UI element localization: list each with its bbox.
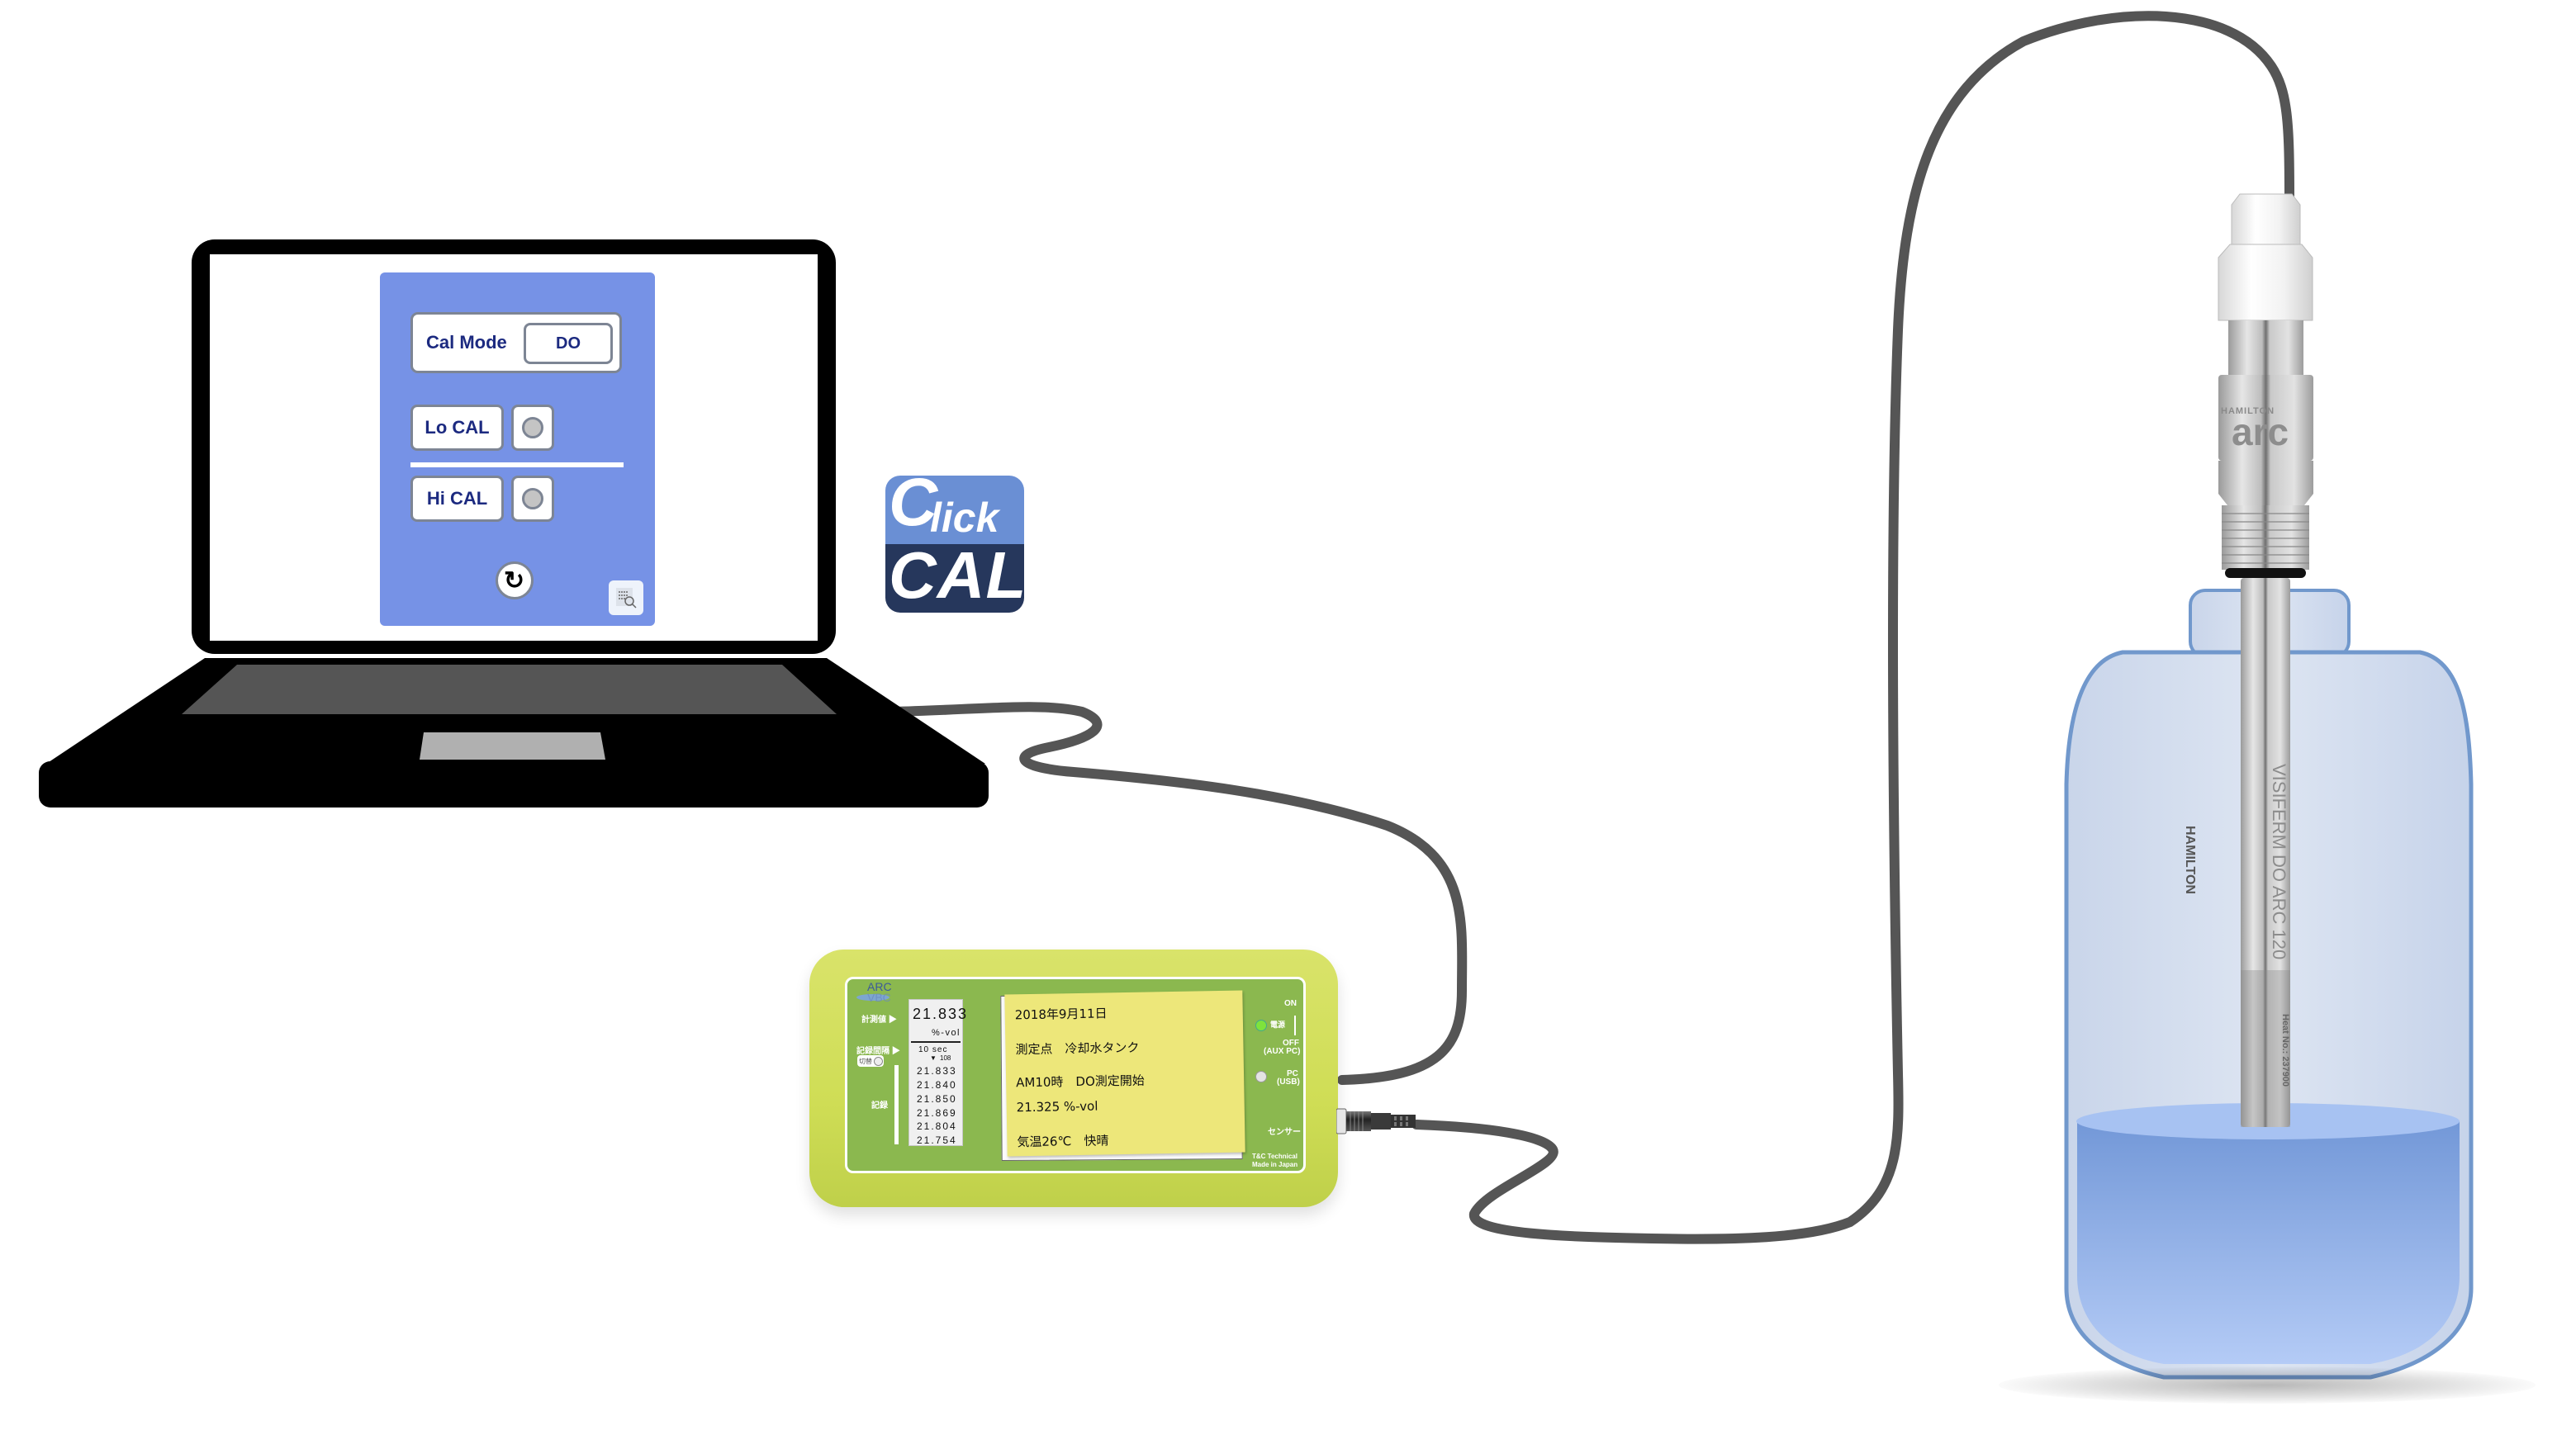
record-bar [894,1065,899,1144]
logo-top: C lick [885,476,1024,544]
note-weather: 気温26℃ 快晴 [1017,1133,1109,1150]
label-measured: 計測値 ▶ [861,1016,897,1025]
label-record: 記録 [871,1101,888,1111]
probe-heat-number: Heat No.: 237900 [2280,1014,2290,1087]
log-value: 21.804 [917,1120,957,1132]
hi-cal-button[interactable]: Hi CAL [410,476,504,522]
label-power: 電源 [1270,1021,1286,1029]
hi-cal-status-indicator [511,476,554,522]
maker-line-2: Made in Japan [1252,1161,1298,1168]
probe-collar-logo: arc [2232,410,2289,453]
cal-mode-label: Cal Mode [426,332,507,353]
logo-lick: lick [930,495,999,541]
bottle-shadow [1999,1366,2536,1404]
logo-bottom: CAL [885,538,1024,613]
reading-unit: %-vol [932,1028,961,1038]
sensor-connector-icon [1336,1108,1416,1134]
lo-cal-led-icon [522,417,543,438]
probe-model: VISIFERM DO ARC 120 [2269,764,2289,960]
power-led-icon [1255,1020,1267,1031]
note-value: 21.325 %-vol [1016,1098,1098,1115]
switch-knob-icon [874,1056,883,1066]
scene-drawing [39,11,2474,1380]
log-view-button[interactable] [609,580,643,615]
label-aux-pc: (AUX PC) [1264,1047,1301,1056]
note-start: AM10時 DO測定開始 [1016,1073,1145,1091]
label-interval: 記録間隔 ▶ [856,1047,900,1056]
power-switch-line [1294,1016,1296,1035]
lo-cal-status-indicator [511,405,554,451]
return-button[interactable]: ↺ [496,561,534,599]
note-location: 測定点 冷却水タンク [1015,1040,1140,1058]
log-value: 21.850 [917,1093,957,1105]
return-arrow-icon: ↺ [504,566,525,594]
label-sensor: センサー [1268,1128,1301,1137]
divider [410,462,624,467]
log-search-icon [616,588,637,609]
probe-shaft-brand: HAMILTON [2183,826,2197,894]
cal-mode-select[interactable]: DO [524,323,613,364]
log-value: 21.754 [917,1134,957,1146]
clickcal-logo: C lick CAL [885,476,1024,613]
label-on: ON [1284,999,1297,1008]
logo-cal: CAL [889,538,1024,612]
label-usb: (USB) [1277,1077,1300,1087]
maker-line-1: T&C Technical [1252,1153,1297,1160]
interval-switch-button[interactable]: 切替 [857,1055,884,1067]
log-value: 21.833 [917,1065,957,1077]
lo-cal-button[interactable]: Lo CAL [410,405,504,451]
record-interval: 10 sec [918,1045,948,1054]
pc-led-icon [1255,1071,1267,1082]
sticky-note: 2018年9月11日 測定点 冷却水タンク AM10時 DO測定開始 21.32… [1004,990,1245,1157]
record-count: 108 [940,1054,951,1062]
brand-vbc: VBC [867,991,891,1004]
note-date: 2018年9月11日 [1014,1006,1108,1023]
count-arrow-icon: ▼ [930,1054,937,1062]
label-measured-text: 計測値 [861,1016,886,1025]
readout-separator [911,1041,961,1043]
log-value: 21.840 [917,1079,957,1091]
switch-label: 切替 [859,1057,872,1065]
laptop-base [39,658,989,808]
hi-cal-led-icon [522,488,543,509]
current-reading: 21.833 [913,1006,969,1022]
log-value: 21.869 [917,1107,957,1119]
